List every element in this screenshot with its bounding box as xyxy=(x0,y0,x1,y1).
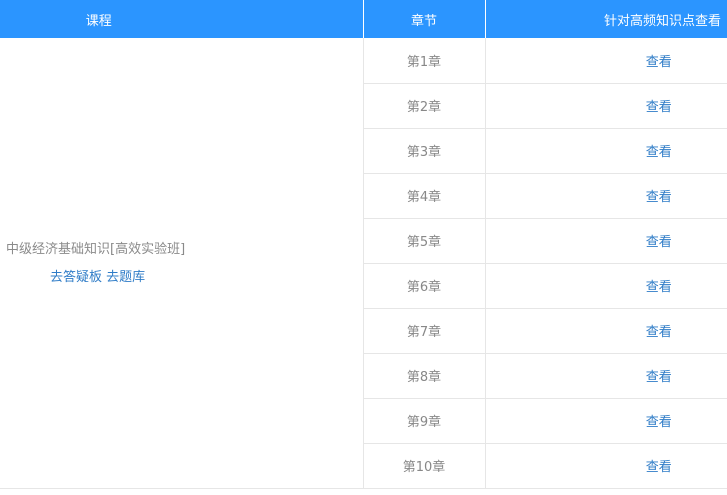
view-link[interactable]: 查看 xyxy=(646,55,672,70)
view-link[interactable]: 查看 xyxy=(646,370,672,385)
chapter-label: 第8章 xyxy=(363,353,486,399)
course-table: 课程 章节 针对高频知识点查看 中级经济基础知识[高效实验班] 去答疑板 去题库… xyxy=(0,0,727,489)
header-row: 课程 章节 针对高频知识点查看 xyxy=(0,0,727,38)
chapter-label: 第9章 xyxy=(363,398,486,444)
course-name: 中级经济基础知识[高效实验班] xyxy=(6,241,186,257)
view-link[interactable]: 查看 xyxy=(646,460,672,475)
chapter-label: 第2章 xyxy=(363,83,486,129)
action-cell: 查看 xyxy=(485,398,727,444)
action-cell: 查看 xyxy=(485,173,727,219)
chapter-label: 第4章 xyxy=(363,173,486,219)
qa-board-link[interactable]: 去答疑板 xyxy=(50,270,102,285)
table-row: 中级经济基础知识[高效实验班] 去答疑板 去题库 第1章 查看 xyxy=(0,38,727,489)
chapter-label: 第3章 xyxy=(363,128,486,174)
action-cell: 查看 xyxy=(485,38,727,84)
header-chapter: 章节 xyxy=(363,0,486,38)
view-link[interactable]: 查看 xyxy=(646,145,672,160)
view-link[interactable]: 查看 xyxy=(646,235,672,250)
chapter-label: 第7章 xyxy=(363,308,486,354)
question-bank-link[interactable]: 去题库 xyxy=(106,270,145,285)
chapter-label: 第1章 xyxy=(363,38,486,84)
chapter-label: 第6章 xyxy=(363,263,486,309)
view-link[interactable]: 查看 xyxy=(646,100,672,115)
table-body: 中级经济基础知识[高效实验班] 去答疑板 去题库 第1章 查看 第2章 查看 第… xyxy=(0,38,727,489)
view-link[interactable]: 查看 xyxy=(646,190,672,205)
action-cell: 查看 xyxy=(485,353,727,399)
header-action: 针对高频知识点查看 xyxy=(485,0,727,38)
course-links: 去答疑板 去题库 xyxy=(6,269,363,287)
view-link[interactable]: 查看 xyxy=(646,280,672,295)
action-cell: 查看 xyxy=(485,83,727,129)
course-cell: 中级经济基础知识[高效实验班] 去答疑板 去题库 xyxy=(0,38,364,489)
table-header: 课程 章节 针对高频知识点查看 xyxy=(0,0,727,38)
action-cell: 查看 xyxy=(485,218,727,264)
action-cell: 查看 xyxy=(485,443,727,489)
view-link[interactable]: 查看 xyxy=(646,325,672,340)
action-cell: 查看 xyxy=(485,263,727,309)
chapter-label: 第5章 xyxy=(363,218,486,264)
view-link[interactable]: 查看 xyxy=(646,415,672,430)
action-cell: 查看 xyxy=(485,128,727,174)
chapter-label: 第10章 xyxy=(363,443,486,489)
header-course: 课程 xyxy=(0,0,364,38)
action-cell: 查看 xyxy=(485,308,727,354)
